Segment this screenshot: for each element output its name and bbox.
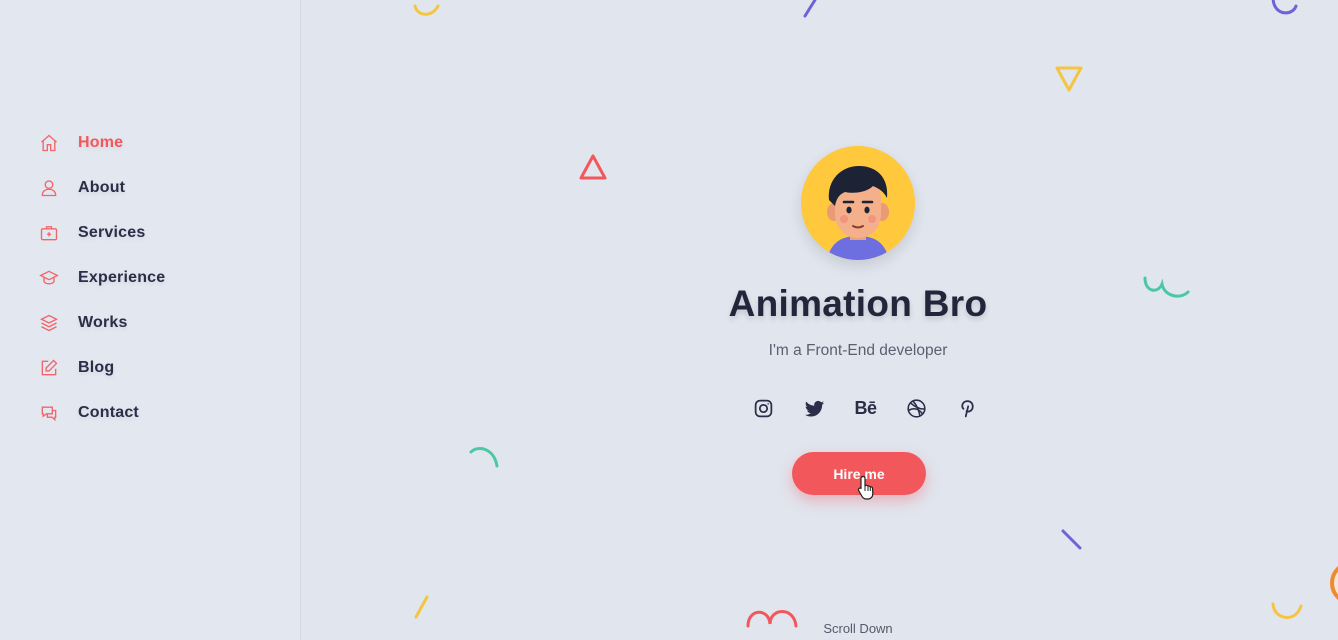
hero-section: Animation Bro I'm a Front-End developer … xyxy=(301,0,1338,640)
sidebar-item-label: Blog xyxy=(78,358,115,376)
sidebar: Home About Services Experience Works Blo… xyxy=(0,0,301,640)
sidebar-item-label: Home xyxy=(78,133,124,151)
sidebar-item-works[interactable]: Works xyxy=(38,300,165,345)
sidebar-item-home[interactable]: Home xyxy=(38,120,165,165)
sidebar-item-label: Experience xyxy=(78,268,166,286)
layers-icon xyxy=(38,312,60,334)
behance-text: Bē xyxy=(854,397,877,418)
edit-icon xyxy=(38,357,60,379)
logo[interactable] xyxy=(78,0,168,4)
sidebar-item-label: Services xyxy=(78,223,146,241)
hero-subtitle: I'm a Front-End developer xyxy=(768,342,948,359)
briefcase-icon xyxy=(38,222,60,244)
hand-cursor-icon xyxy=(857,475,874,500)
sidebar-item-blog[interactable]: Blog xyxy=(38,345,165,390)
sidebar-item-label: Contact xyxy=(78,403,139,421)
hero-title: Animation Bro xyxy=(728,283,988,324)
user-icon xyxy=(38,177,60,199)
sidebar-nav: Home About Services Experience Works Blo… xyxy=(38,120,165,435)
pinterest-icon[interactable] xyxy=(942,396,993,420)
scroll-down-label[interactable]: Scroll Down xyxy=(801,621,915,636)
sidebar-item-services[interactable]: Services xyxy=(38,210,165,255)
avatar-illustration xyxy=(801,146,915,260)
sidebar-item-about[interactable]: About xyxy=(38,165,165,210)
social-links: Bē xyxy=(738,396,993,420)
sidebar-item-label: About xyxy=(78,178,126,196)
dribbble-icon[interactable] xyxy=(891,396,942,420)
twitter-icon[interactable] xyxy=(789,396,840,420)
chat-icon xyxy=(38,402,60,424)
sidebar-item-label: Works xyxy=(78,313,128,331)
behance-icon[interactable]: Bē xyxy=(840,396,891,420)
home-icon xyxy=(38,132,60,154)
graduation-cap-icon xyxy=(38,267,60,289)
sidebar-item-experience[interactable]: Experience xyxy=(38,255,165,300)
instagram-icon[interactable] xyxy=(738,396,789,420)
sidebar-item-contact[interactable]: Contact xyxy=(38,390,165,435)
page: Home About Services Experience Works Blo… xyxy=(0,0,1338,640)
avatar xyxy=(801,146,915,260)
